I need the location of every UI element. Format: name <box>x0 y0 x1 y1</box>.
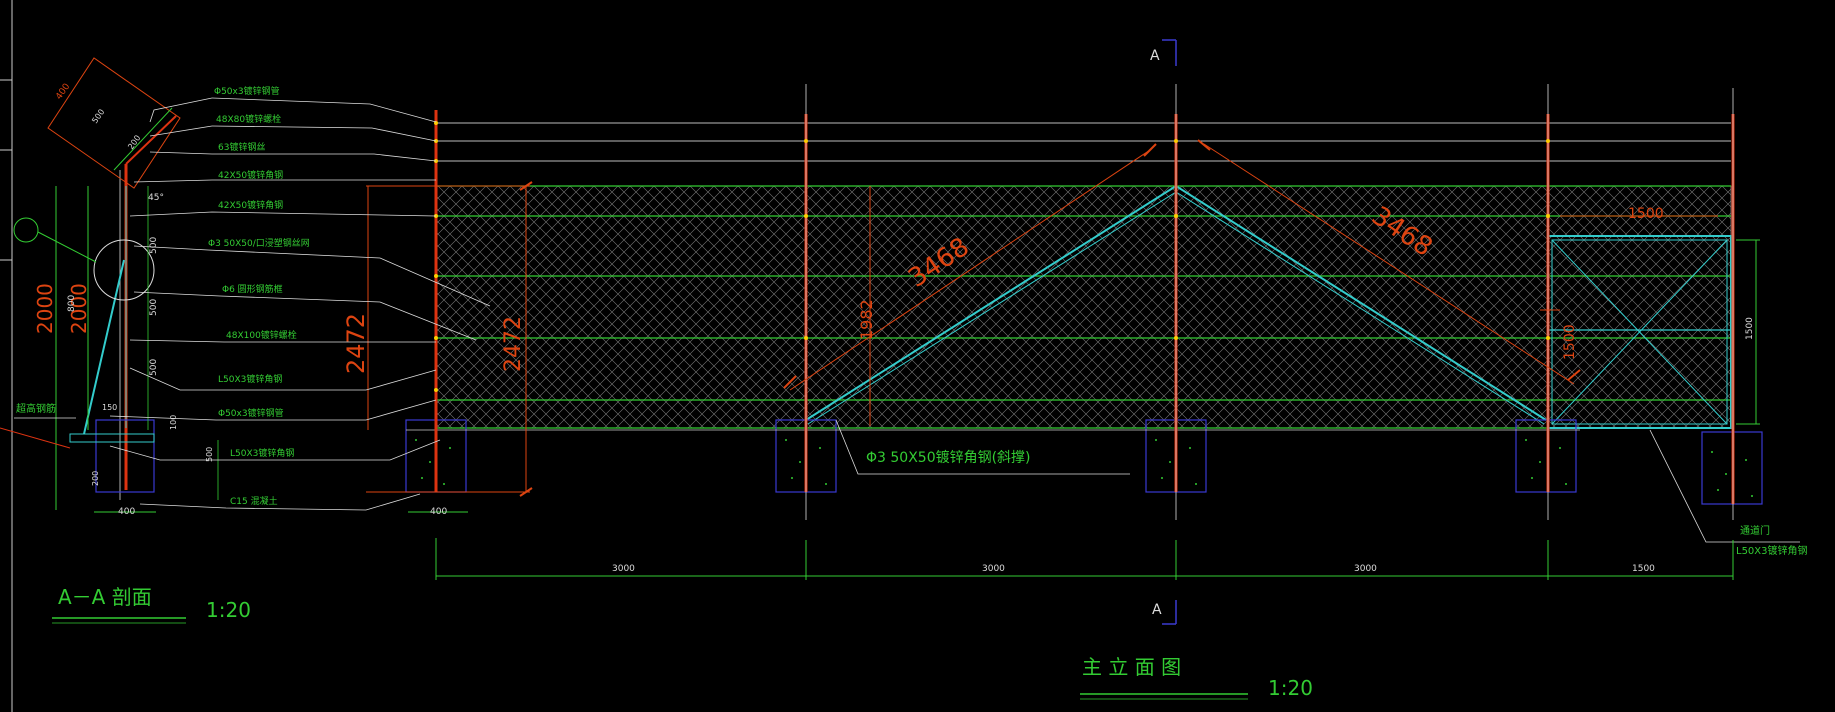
section-dim-500-b: 500 <box>149 299 159 316</box>
section-dim-800: 800 <box>67 295 77 312</box>
cad-drawing: A A 2472 3468 3468 1982 1500 1500 1500 Φ… <box>0 0 1808 712</box>
gate-note-2: L50X3镀锌角钢 <box>1736 544 1808 557</box>
section-dim-arm-500: 500 <box>90 107 106 125</box>
callout-label: Φ3 50X50/口浸塑钢丝网 <box>208 237 310 249</box>
wire-mesh-panel <box>435 185 1732 429</box>
gate-leader-line <box>1649 429 1800 543</box>
section-dim-100: 100 <box>169 415 178 430</box>
section-dim-2472: 2472 <box>342 313 370 374</box>
section-dim-500-c: 500 <box>149 359 159 376</box>
elevation-title: 主 立 面 图 <box>1082 655 1181 679</box>
elevation-scale: 1:20 <box>1268 676 1313 700</box>
gate-side-dim: 1500 <box>1745 317 1755 340</box>
callout-leaders <box>109 97 491 511</box>
brace-height-dim: 1982 <box>857 299 876 340</box>
gate-width-dim: 1500 <box>1628 206 1664 222</box>
section-dim-500-a: 500 <box>149 237 159 254</box>
callout-label: 48X80镀锌螺栓 <box>216 113 281 125</box>
callout-label: 42X50镀锌角钢 <box>218 169 283 181</box>
detail-circle <box>93 239 155 301</box>
section-dim-400-a: 400 <box>118 507 135 517</box>
elevation-view: A A 2472 3468 3468 1982 1500 1500 1500 Φ… <box>366 39 1808 700</box>
section-cut-mark-bottom <box>1162 600 1177 625</box>
section-left-label: 超高钢筋 <box>16 402 56 415</box>
span-dim-4: 1500 <box>1632 564 1655 574</box>
section-cut-label-bottom: A <box>1152 602 1162 618</box>
section-dim-150: 150 <box>102 403 117 412</box>
callout-label: Φ6 圆形钢筋框 <box>222 283 283 295</box>
elevation-height-dim: 2472 <box>501 316 526 372</box>
section-cut-label-top: A <box>1150 48 1160 64</box>
section-arm-green <box>113 107 173 171</box>
section-dim-arm-400: 400 <box>54 82 72 102</box>
section-dim-2000-a: 2000 <box>33 283 57 334</box>
section-dim-angle: 45° <box>148 193 164 203</box>
callout-label: 48X100镀锌螺栓 <box>226 329 297 341</box>
span-dim-1: 3000 <box>612 564 635 574</box>
callout-label: 42X50镀锌角钢 <box>218 199 283 211</box>
section-dim-200: 200 <box>91 471 100 486</box>
callout-label: L50X3镀锌角钢 <box>230 447 294 459</box>
foundation-speckles <box>415 439 1753 497</box>
detail-marker-leader <box>37 231 97 263</box>
gate-height-dim: 1500 <box>1562 324 1578 360</box>
section-arm-dim-box <box>47 57 181 189</box>
callout-label: C15 混凝土 <box>230 495 278 507</box>
callout-label: Φ50x3镀锌钢管 <box>214 85 280 97</box>
section-left-red-leader <box>0 427 71 449</box>
callout-label: L50X3镀锌角钢 <box>218 373 282 385</box>
section-title: A－A 剖面 <box>58 585 152 609</box>
section-base-plate <box>69 433 155 443</box>
span-dim-2: 3000 <box>982 564 1005 574</box>
section-view: 2000 2000 2472 800 500 500 500 400 400 4… <box>0 57 491 624</box>
section-cut-mark-top <box>1162 39 1177 66</box>
gate-note-1: 通道门 <box>1740 524 1770 537</box>
brace-label: Φ3 50X50镀锌角钢(斜撑) <box>866 449 1031 466</box>
section-scale: 1:20 <box>206 598 251 622</box>
callout-label: Φ50x3镀锌钢管 <box>218 407 284 419</box>
section-dim-400-b: 400 <box>430 507 447 517</box>
foundation-blocks <box>405 419 1763 505</box>
detail-marker <box>13 217 39 243</box>
span-dim-3: 3000 <box>1354 564 1377 574</box>
callout-label: 63镀锌钢丝 <box>218 141 265 153</box>
